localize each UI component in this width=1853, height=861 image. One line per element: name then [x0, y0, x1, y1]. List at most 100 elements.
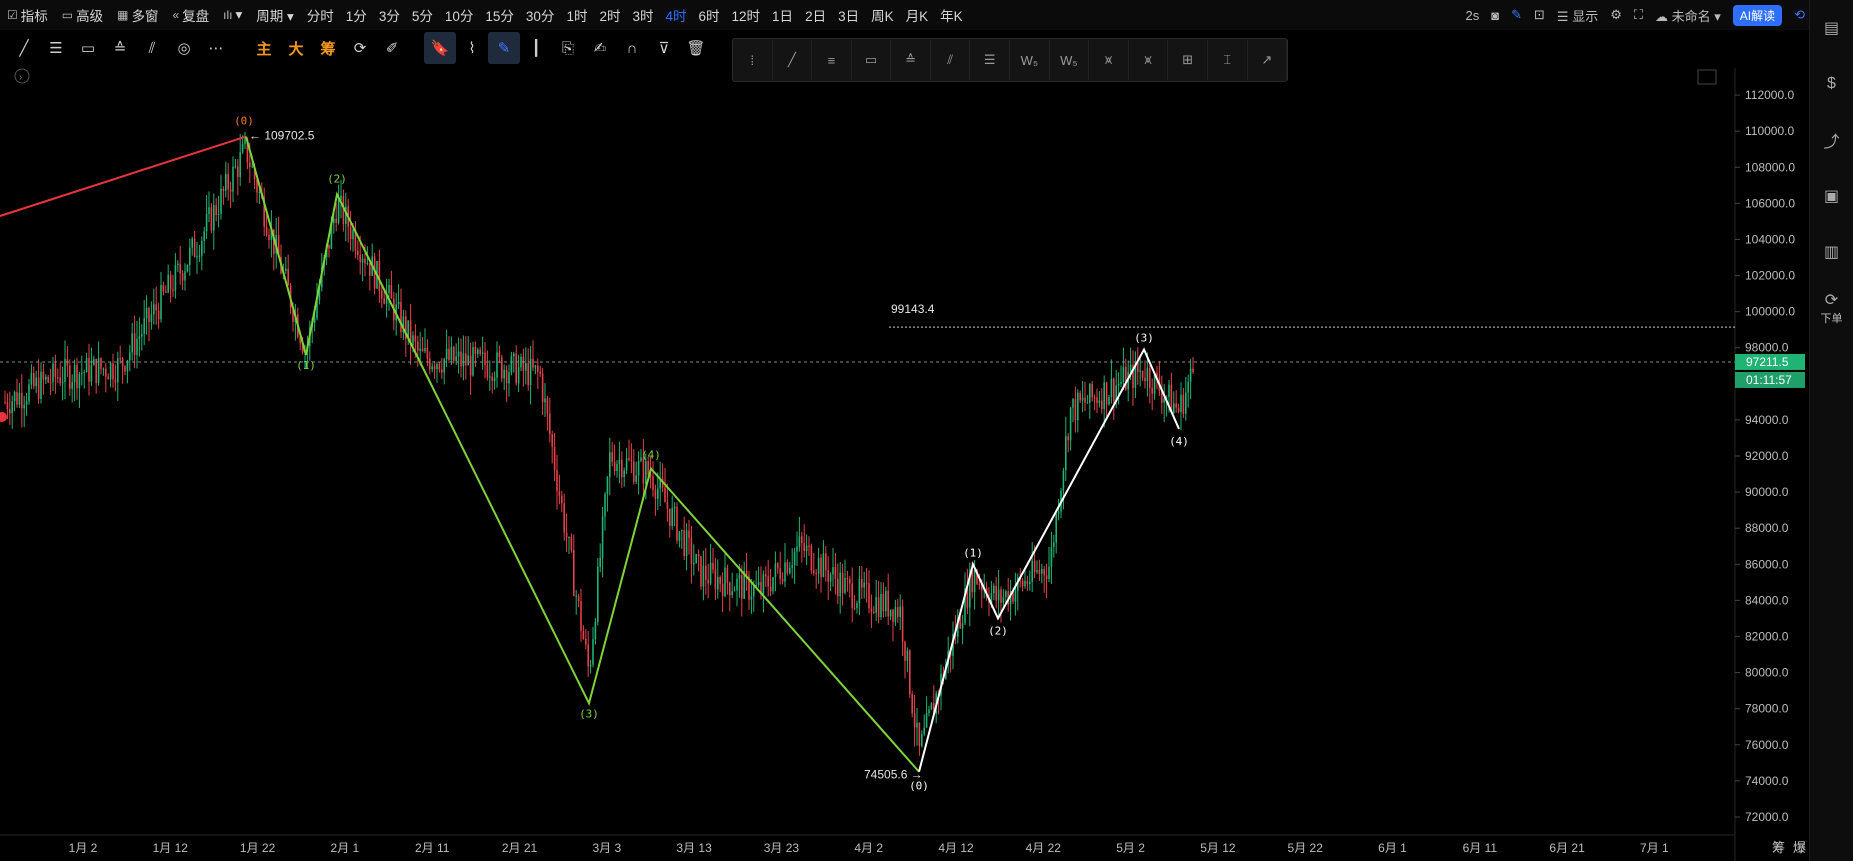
draw-palette-tool[interactable]: ≡	[812, 40, 852, 80]
layout-name-button[interactable]: ☁ 未命名 ▾	[1655, 6, 1721, 25]
sync-icon[interactable]: ⟳	[344, 32, 376, 64]
candle-body	[882, 593, 885, 612]
main-chart-button[interactable]: 主	[248, 32, 280, 64]
draw-palette-tool[interactable]: W₅	[1050, 40, 1090, 80]
period-tab[interactable]: 4时	[659, 0, 692, 30]
draw-palette-tool[interactable]: ≙	[891, 40, 931, 80]
monitor-icon[interactable]: ▣	[1810, 168, 1853, 224]
topbar-item-label: ▾	[235, 7, 243, 22]
period-tab[interactable]: 10分	[439, 0, 480, 30]
display-button[interactable]: ☰ 显示	[1557, 6, 1598, 25]
share-icon[interactable]: ⟲	[1794, 7, 1805, 23]
fullscreen-icon[interactable]: ⛶	[1634, 7, 1643, 23]
candle-body	[1014, 590, 1017, 602]
copy-icon[interactable]: ⎘	[552, 32, 584, 64]
candle-body	[1182, 394, 1185, 414]
draw-palette-tool[interactable]: ⩙	[1089, 40, 1129, 80]
edit-icon[interactable]: ✍	[584, 32, 616, 64]
ai-button[interactable]: AI解读	[1732, 4, 1783, 26]
analysis-icon[interactable]: ⤴	[1810, 112, 1853, 168]
white-wave-label: (4)	[1169, 435, 1189, 448]
draw-palette-tool[interactable]: ╱	[773, 40, 813, 80]
period-tab[interactable]: 30分	[520, 0, 561, 30]
period-tab[interactable]: 3日	[832, 0, 865, 30]
draw-palette-tool[interactable]: ↗	[1248, 40, 1288, 80]
draw-palette-tool[interactable]: ⩙	[1129, 40, 1169, 80]
ruler-icon[interactable]: ⌇	[456, 32, 488, 64]
candle-body	[431, 366, 433, 370]
candle-body	[1041, 569, 1043, 574]
notes-icon[interactable]: ▤	[1810, 0, 1853, 56]
period-tab[interactable]: 15分	[479, 0, 520, 30]
order-icon[interactable]: ⟳ 下单	[1810, 280, 1853, 336]
period-tab[interactable]: 3时	[626, 0, 659, 30]
filter-icon[interactable]: ⊽	[648, 32, 680, 64]
rectangle-icon[interactable]: ▭	[72, 32, 104, 64]
draw-palette-tool[interactable]: ▭	[852, 40, 892, 80]
draw-palette-tool[interactable]: ⫽	[931, 40, 971, 80]
period-tab[interactable]: 3分	[373, 0, 406, 30]
candle-body	[717, 577, 719, 590]
period-tab[interactable]: 年K	[934, 0, 969, 30]
period-tab[interactable]: 12时	[726, 0, 767, 30]
candle-body	[738, 575, 741, 579]
candle-body	[198, 255, 201, 257]
trash-icon[interactable]: 🗑	[680, 32, 712, 64]
candle-body	[383, 298, 385, 304]
period-tab[interactable]: 2日	[799, 0, 832, 30]
chips-button[interactable]: 筹	[312, 32, 344, 64]
topbar-item-1[interactable]: ▭ 高级	[55, 0, 110, 30]
period-tab[interactable]: 1日	[766, 0, 799, 30]
price-chart[interactable]: 72000.0 74000.0 76000.0 78000.0 80000.0 82000…	[0, 0, 1810, 861]
y-tick-label: 108000.0	[1745, 160, 1795, 174]
magnet-icon[interactable]: ∩	[616, 32, 648, 64]
topbar-item-3[interactable]: «复盘	[165, 0, 216, 30]
candle-body	[885, 590, 887, 612]
topbar-item-0[interactable]: ☑ 指标	[0, 0, 55, 30]
period-tab[interactable]: 周K	[865, 0, 900, 30]
parallel-channel-icon[interactable]: ⫽	[136, 32, 168, 64]
period-menu[interactable]: 周期 ▾	[249, 0, 301, 30]
topbar-item-2[interactable]: ▦ 多窗	[110, 0, 165, 30]
price-range-icon[interactable]: ≙	[104, 32, 136, 64]
period-tab[interactable]: 分时	[301, 0, 340, 30]
draw-palette-tool[interactable]: ⌶	[1208, 40, 1248, 80]
topbar-item-4[interactable]: ılı ▾	[216, 0, 249, 30]
period-tab[interactable]: 2时	[593, 0, 626, 30]
green-wave-label: (2)	[327, 172, 347, 185]
settings-icon[interactable]: ⚙	[1610, 7, 1622, 23]
interval-label[interactable]: 2s	[1466, 8, 1480, 23]
white-wave-label: (3)	[1134, 332, 1154, 345]
draw-palette-tool[interactable]: W₅	[1010, 40, 1050, 80]
dollar-icon[interactable]: $	[1810, 56, 1853, 112]
candle-body	[923, 727, 925, 735]
period-tab[interactable]: 5分	[406, 0, 439, 30]
draw-palette-tool[interactable]: ☰	[970, 40, 1011, 80]
bookmark-icon[interactable]: 🔖	[424, 32, 456, 64]
period-tab[interactable]: 月K	[900, 0, 935, 30]
pen-icon[interactable]: ✎	[1511, 7, 1522, 23]
draw-icon[interactable]: ✎	[488, 32, 520, 64]
camera-icon[interactable]: ◙	[1491, 8, 1499, 23]
line-tool-icon[interactable]: ╱	[8, 32, 40, 64]
horizontal-lines-icon[interactable]: ☰	[40, 32, 72, 64]
candle-body	[765, 574, 767, 577]
candle-icon[interactable]: ┃	[520, 32, 552, 64]
maximize-pane-icon[interactable]	[1697, 69, 1717, 85]
period-tab[interactable]: 1分	[340, 0, 373, 30]
draw-palette-tool[interactable]: ⊞	[1168, 40, 1208, 80]
period-tab[interactable]: 6时	[693, 0, 726, 30]
replay-icon: «	[172, 8, 180, 22]
etf-icon[interactable]: ▥	[1810, 224, 1853, 280]
pen-icon[interactable]: ✐	[376, 32, 408, 64]
window-icon[interactable]: ⊡	[1534, 7, 1545, 23]
spiral-icon[interactable]: ◎	[168, 32, 200, 64]
period-tab[interactable]: 1时	[560, 0, 593, 30]
green-wave-line[interactable]	[245, 136, 920, 773]
big-order-button[interactable]: 大	[280, 32, 312, 64]
more-icon[interactable]: ⋯	[200, 32, 232, 64]
candle-body	[925, 713, 928, 728]
candle-body	[35, 377, 37, 387]
candle-body	[892, 609, 894, 622]
draw-palette-tool[interactable]: ⁞	[733, 40, 773, 80]
